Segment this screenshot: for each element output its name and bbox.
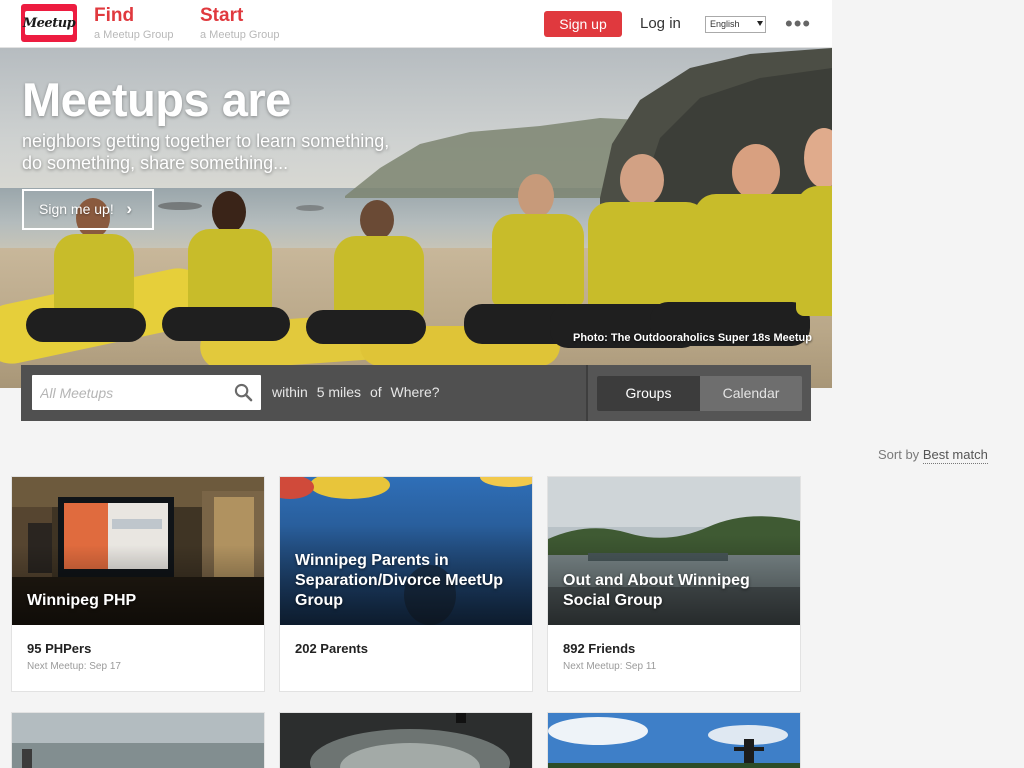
tab-groups[interactable]: Groups: [597, 376, 700, 411]
member-count: 892 Friends: [563, 641, 636, 656]
top-header: Meetup Find a Meetup Group Start a Meetu…: [0, 0, 832, 48]
photo-credit: Photo: The Outdooraholics Super 18s Meet…: [573, 332, 812, 344]
search-bar: within 5 miles of Where? Groups Calendar: [21, 365, 811, 421]
group-card[interactable]: [547, 712, 801, 768]
group-photo[interactable]: Out and About Winnipeg Social Group: [548, 477, 800, 625]
language-value: English: [710, 19, 740, 29]
member-count: 202 Parents: [295, 641, 368, 656]
group-photo[interactable]: [548, 713, 800, 768]
language-select[interactable]: English: [705, 16, 766, 33]
login-link[interactable]: Log in: [640, 15, 681, 32]
view-toggle: Groups Calendar: [597, 376, 802, 411]
tab-calendar[interactable]: Calendar: [700, 376, 802, 411]
nav-start[interactable]: Start a Meetup Group: [200, 5, 280, 42]
group-title: Winnipeg PHP: [27, 592, 137, 609]
location-select[interactable]: Where?: [391, 384, 440, 400]
signup-button[interactable]: Sign up: [544, 11, 622, 37]
group-title: Out and About Winnipeg Social Group: [563, 572, 750, 609]
more-menu-icon[interactable]: •••: [785, 13, 811, 35]
group-card[interactable]: Winnipeg Parents in Separation/Divorce M…: [279, 476, 533, 692]
hero-subtitle-line: do something, share something...: [22, 153, 289, 173]
sort-control: Sort by Best match: [878, 447, 988, 464]
photo-overlay: [12, 545, 264, 625]
nav-find-label: Find: [94, 5, 135, 26]
search-filters: within 5 miles of Where?: [272, 384, 445, 400]
group-photo[interactable]: [12, 713, 264, 768]
hero-title: Meetups are: [22, 73, 291, 126]
sign-me-up-button[interactable]: Sign me up! ›: [22, 189, 154, 230]
group-photo[interactable]: [280, 713, 532, 768]
group-card[interactable]: Winnipeg PHP 95 PHPers Next Meetup: Sep …: [11, 476, 265, 692]
hero-banner: Meetups are neighbors getting together t…: [0, 48, 832, 388]
chevron-right-icon: ›: [126, 199, 132, 218]
sort-label: Sort by: [878, 447, 920, 462]
group-card[interactable]: [279, 712, 533, 768]
within-label: within: [272, 384, 308, 400]
hero-subtitle: neighbors getting together to learn some…: [22, 130, 442, 174]
of-label: of: [369, 384, 382, 400]
search-icon[interactable]: [234, 383, 253, 402]
hero-subtitle-line: neighbors getting together to learn some…: [22, 131, 390, 151]
sign-me-up-label: Sign me up!: [39, 201, 114, 217]
search-panel: within 5 miles of Where?: [21, 365, 586, 421]
distance-select[interactable]: 5 miles: [317, 384, 361, 400]
nav-start-label: Start: [200, 5, 244, 26]
group-photo[interactable]: Winnipeg Parents in Separation/Divorce M…: [280, 477, 532, 625]
logo-text: Meetup: [23, 11, 76, 35]
nav-start-sub: a Meetup Group: [200, 29, 280, 41]
nav-find-sub: a Meetup Group: [94, 29, 174, 41]
next-meetup: Next Meetup: Sep 17: [27, 661, 121, 672]
search-field[interactable]: [32, 375, 261, 410]
member-count: 95 PHPers: [27, 641, 92, 656]
chevron-down-icon: [757, 21, 763, 26]
group-title: Winnipeg Parents in Separation/Divorce M…: [295, 552, 504, 609]
group-card[interactable]: [11, 712, 265, 768]
nav-find[interactable]: Find a Meetup Group: [94, 5, 174, 42]
next-meetup: Next Meetup: Sep 11: [563, 661, 657, 672]
group-card[interactable]: Out and About Winnipeg Social Group 892 …: [547, 476, 801, 692]
divider: [586, 365, 588, 421]
group-photo[interactable]: Winnipeg PHP: [12, 477, 264, 625]
meetup-logo[interactable]: Meetup: [21, 4, 77, 42]
search-input[interactable]: [32, 375, 232, 410]
sort-select[interactable]: Best match: [922, 447, 988, 464]
